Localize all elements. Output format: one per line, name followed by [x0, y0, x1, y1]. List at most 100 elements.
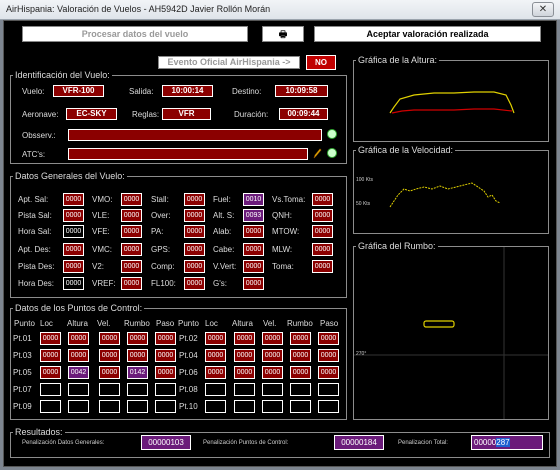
general-field-value: 0000: [184, 225, 205, 238]
observations-label: Obsserv.:: [22, 131, 56, 140]
control-point-cell: 0000: [318, 366, 339, 379]
observations-field[interactable]: [68, 129, 322, 141]
general-field-value: 0000: [312, 260, 333, 273]
atc-label: ATC's:: [22, 150, 46, 159]
heading-series-line: [423, 320, 455, 328]
general-field-label: FL100:: [151, 279, 176, 288]
control-point-cell: [234, 400, 255, 413]
atc-field[interactable]: [68, 148, 308, 160]
control-point-label: Pt.05: [13, 368, 32, 377]
close-button[interactable]: ✕: [532, 2, 554, 17]
control-header-right: Rumbo: [287, 319, 313, 328]
control-point-cell: [68, 383, 89, 396]
general-field-label: Hora Sal:: [18, 227, 52, 236]
general-data-legend: Datos Generales del Vuelo:: [13, 171, 127, 181]
general-field-value: 0000: [312, 209, 333, 222]
control-penalty-value: 00000184: [334, 435, 384, 450]
general-field-value: 0000: [63, 193, 84, 206]
results-legend: Resultados:: [13, 427, 65, 437]
general-field-value: 0000: [312, 193, 333, 206]
observations-check-icon[interactable]: [327, 129, 337, 139]
official-event-button[interactable]: Evento Oficial AirHispania ->: [158, 56, 300, 69]
control-penalty-label: Penalización Puntos de Control:: [203, 440, 289, 446]
speed-chart: 100 Kts 50 Kts: [353, 150, 549, 234]
general-field-label: Cabe:: [213, 245, 235, 254]
control-point-cell: 0000: [40, 332, 61, 345]
general-field-label: Pista Des:: [18, 262, 55, 271]
control-point-label: Pt.08: [179, 385, 198, 394]
control-point-cell: 0000: [155, 332, 176, 345]
control-point-cell: [155, 400, 176, 413]
general-penalty-value: 00000103: [141, 435, 191, 450]
rules-value: VFR: [162, 108, 211, 120]
general-field-label: VMO:: [92, 195, 113, 204]
general-field-label: Apt. Sal:: [18, 195, 49, 204]
control-point-cell: [234, 383, 255, 396]
control-point-cell: 0000: [262, 366, 283, 379]
general-field-value: 0000: [63, 243, 84, 256]
general-field-value: 0000: [184, 193, 205, 206]
general-field-value: 0000: [184, 243, 205, 256]
control-points-legend: Datos de los Puntos de Control:: [13, 303, 145, 313]
aircraft-value: EC-SKY: [66, 108, 117, 120]
control-point-cell: [68, 400, 89, 413]
general-field-value: 0093: [243, 209, 264, 222]
control-point-cell: 0000: [318, 349, 339, 362]
control-point-label: Pt.04: [179, 351, 198, 360]
speed-chart-legend: Gráfica de la Velocidad:: [356, 145, 456, 155]
control-point-cell: 0000: [68, 349, 89, 362]
speed-axis-bottom-label: 50 Kts: [356, 201, 371, 207]
control-point-cell: [155, 383, 176, 396]
atc-check-icon[interactable]: [327, 148, 337, 158]
process-data-button[interactable]: Procesar datos del vuelo: [22, 26, 248, 42]
control-point-cell: 0000: [262, 332, 283, 345]
general-field-value: 0000: [312, 225, 333, 238]
control-point-cell: [99, 400, 120, 413]
control-point-cell: 0000: [155, 349, 176, 362]
control-header-left: Paso: [156, 319, 175, 328]
heading-chart: 270°: [353, 246, 549, 420]
control-header-right: Paso: [320, 319, 339, 328]
print-button[interactable]: 🖶: [262, 26, 304, 42]
speed-chart-svg: [389, 182, 501, 208]
general-field-value: 0000: [121, 193, 142, 206]
general-field-value: 0000: [184, 277, 205, 290]
aircraft-label: Aeronave:: [22, 110, 59, 119]
general-field-value: 0000: [243, 260, 264, 273]
general-field-label: VREF:: [92, 279, 116, 288]
destination-label: Destino:: [232, 87, 262, 96]
control-point-cell: [262, 400, 283, 413]
control-point-label: Pt.02: [179, 334, 198, 343]
control-point-label: Pt.01: [13, 334, 32, 343]
control-header-left: Altura: [67, 319, 88, 328]
control-point-cell: 0000: [155, 366, 176, 379]
general-field-label: Pista Sal:: [18, 211, 52, 220]
altitude-reference-line: [391, 108, 513, 114]
total-penalty-prefix: 00000: [474, 438, 497, 447]
control-point-cell: 0000: [234, 349, 255, 362]
general-field-label: Toma:: [272, 262, 294, 271]
general-field-label: Alab:: [213, 227, 232, 236]
flight-identification-legend: Identificación del Vuelo:: [13, 70, 112, 80]
control-point-cell: [318, 383, 339, 396]
edit-pencil-icon[interactable]: [313, 148, 322, 159]
control-point-cell: 0000: [40, 366, 61, 379]
accept-evaluation-button[interactable]: Aceptar valoración realizada: [314, 26, 541, 42]
general-field-value: 0000: [121, 260, 142, 273]
control-point-cell: [205, 383, 226, 396]
general-field-value: 0000: [121, 225, 142, 238]
printer-icon: 🖶: [278, 29, 288, 39]
general-field-label: Vs.Toma:: [272, 195, 306, 204]
control-point-cell: 0142: [127, 366, 148, 379]
control-header-left: Punto: [14, 319, 35, 328]
control-header-right: Vel.: [263, 319, 277, 328]
general-field-label: MTOW:: [272, 227, 300, 236]
control-point-cell: 0000: [99, 332, 120, 345]
control-header-right: Loc: [205, 319, 218, 328]
control-point-cell: 0000: [234, 366, 255, 379]
control-header-left: Rumbo: [124, 319, 150, 328]
general-field-value: 0000: [121, 243, 142, 256]
total-penalty-value: 00000287: [471, 435, 543, 450]
control-point-cell: 0000: [127, 349, 148, 362]
duration-label: Duración:: [234, 110, 269, 119]
